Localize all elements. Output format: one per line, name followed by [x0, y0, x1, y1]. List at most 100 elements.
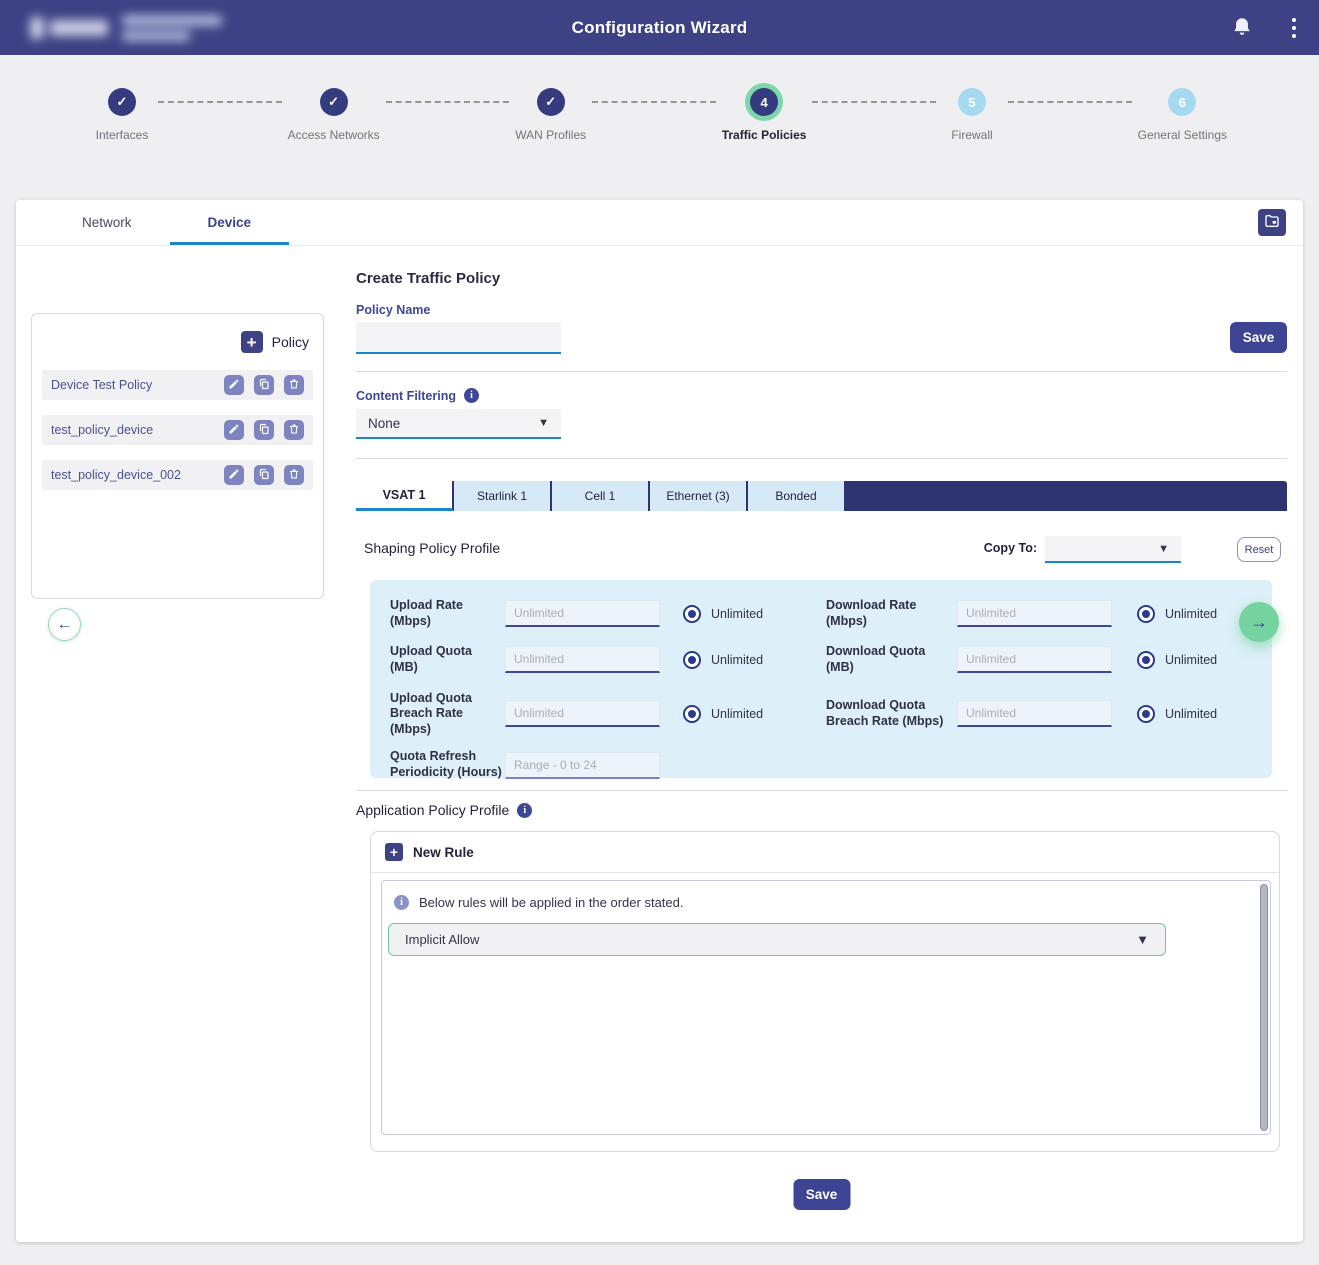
duplicate-policy-button[interactable] — [254, 465, 274, 485]
check-icon: ✓ — [108, 88, 136, 116]
policy-row[interactable]: test_policy_device — [42, 415, 313, 445]
top-app-bar: Configuration Wizard — [0, 0, 1319, 55]
info-icon[interactable]: i — [464, 388, 479, 403]
scrollbar-thumb[interactable] — [1260, 884, 1268, 1131]
chevron-down-icon: ▼ — [1158, 543, 1169, 555]
tab-starlink-1[interactable]: Starlink 1 — [454, 481, 552, 511]
shaping-row: Quota Refresh Periodicity (Hours) — [390, 749, 1272, 780]
step-connector — [592, 101, 716, 103]
upload-quota-unlimited: Unlimited — [683, 651, 826, 669]
save-button[interactable]: Save — [793, 1179, 850, 1210]
reset-button[interactable]: Reset — [1237, 537, 1281, 562]
plus-icon: + — [241, 331, 263, 353]
step-connector — [812, 101, 936, 103]
right-arrow-icon: → — [1250, 612, 1268, 633]
shaping-row: Upload Quota Breach Rate (Mbps) Unlimite… — [390, 691, 1272, 738]
tab-network[interactable]: Network — [44, 200, 170, 245]
pencil-icon — [228, 423, 240, 438]
copy-icon — [258, 378, 270, 393]
upload-rate-input[interactable] — [505, 600, 660, 627]
download-quota-input[interactable] — [957, 646, 1112, 673]
edit-policy-button[interactable] — [224, 420, 244, 440]
download-quota-breach-rate-input[interactable] — [957, 700, 1112, 727]
delete-policy-button[interactable] — [284, 465, 304, 485]
step-access-networks[interactable]: ✓ Access Networks — [288, 88, 380, 142]
edit-policy-button[interactable] — [224, 375, 244, 395]
step-wan-profiles[interactable]: ✓ WAN Profiles — [515, 88, 586, 142]
pencil-icon — [228, 468, 240, 483]
create-policy-form: Create Traffic Policy Policy Name Save C… — [356, 200, 1287, 1242]
step-traffic-policies[interactable]: 4 Traffic Policies — [722, 88, 807, 142]
step-connector — [158, 101, 282, 103]
content-filtering-label: Content Filtering — [356, 389, 456, 403]
edit-policy-button[interactable] — [224, 465, 244, 485]
notifications-bell-icon[interactable] — [1231, 16, 1253, 38]
copy-icon — [258, 468, 270, 483]
rule-implicit-allow[interactable]: Implicit Allow ▼ — [388, 923, 1166, 956]
step-number: 5 — [958, 88, 986, 116]
policy-list-panel: + Policy Device Test Policy test_policy_… — [31, 313, 324, 599]
upload-breach-unlimited: Unlimited — [683, 705, 826, 723]
radio-selected-icon[interactable] — [683, 605, 701, 623]
download-quota-unlimited: Unlimited — [1137, 651, 1217, 669]
tab-cell-1[interactable]: Cell 1 — [552, 481, 650, 511]
trash-icon — [288, 378, 300, 393]
info-icon: i — [394, 895, 409, 910]
policy-row[interactable]: Device Test Policy — [42, 370, 313, 400]
chevron-down-icon: ▼ — [538, 417, 549, 429]
tab-bonded[interactable]: Bonded — [748, 481, 846, 511]
download-rate-input[interactable] — [957, 600, 1112, 627]
add-policy-button[interactable]: + Policy — [241, 331, 309, 353]
step-connector — [386, 101, 510, 103]
quota-refresh-periodicity-input[interactable] — [505, 752, 660, 779]
wizard-stepper: ✓ Interfaces ✓ Access Networks ✓ WAN Pro… — [0, 88, 1319, 142]
policy-name-label: Policy Name — [356, 303, 430, 317]
check-icon: ✓ — [320, 88, 348, 116]
overflow-menu-icon[interactable] — [1286, 15, 1302, 41]
copy-to-label: Copy To: — [984, 541, 1037, 555]
duplicate-policy-button[interactable] — [254, 420, 274, 440]
tab-ethernet-3[interactable]: Ethernet (3) — [650, 481, 748, 511]
new-rule-button[interactable]: + New Rule — [371, 832, 1279, 873]
content-filtering-row: Content Filtering i — [356, 388, 479, 403]
step-firewall[interactable]: 5 Firewall — [942, 88, 1002, 142]
next-interface-button[interactable]: → — [1239, 602, 1279, 642]
upload-quota-breach-rate-input[interactable] — [505, 700, 660, 727]
upload-quota-input[interactable] — [505, 646, 660, 673]
duplicate-policy-button[interactable] — [254, 375, 274, 395]
application-rules-card: + New Rule i Below rules will be applied… — [370, 831, 1280, 1152]
save-policy-button[interactable]: Save — [1230, 322, 1287, 353]
step-number: 4 — [750, 88, 778, 116]
tab-device[interactable]: Device — [170, 200, 290, 245]
rules-info-row: i Below rules will be applied in the ord… — [382, 881, 1270, 910]
policy-row[interactable]: test_policy_device_002 — [42, 460, 313, 490]
divider — [356, 371, 1287, 372]
form-title: Create Traffic Policy — [356, 270, 500, 287]
content-filtering-select[interactable]: None ▼ — [356, 409, 561, 439]
chevron-down-icon: ▼ — [1136, 932, 1149, 947]
radio-selected-icon[interactable] — [683, 705, 701, 723]
upload-rate-unlimited: Unlimited — [683, 605, 826, 623]
shaping-policy-panel: Upload Rate (Mbps) Unlimited Download Ra… — [370, 580, 1272, 778]
shaping-row: Upload Quota (MB) Unlimited Download Quo… — [390, 644, 1272, 675]
radio-selected-icon[interactable] — [683, 651, 701, 669]
step-general-settings[interactable]: 6 General Settings — [1138, 88, 1227, 142]
copy-to-select[interactable]: ▼ — [1045, 536, 1181, 563]
trash-icon — [288, 468, 300, 483]
delete-policy-button[interactable] — [284, 375, 304, 395]
radio-selected-icon[interactable] — [1137, 705, 1155, 723]
radio-selected-icon[interactable] — [1137, 605, 1155, 623]
policy-name-input[interactable] — [356, 322, 561, 354]
traffic-policies-card: Network Device + Policy Device Test Poli… — [16, 200, 1303, 1242]
tab-vsat-1[interactable]: VSAT 1 — [356, 481, 454, 511]
radio-selected-icon[interactable] — [1137, 651, 1155, 669]
active-step-ring: 4 — [745, 83, 783, 121]
row-actions — [224, 465, 304, 485]
back-button[interactable]: ← — [48, 608, 81, 641]
step-interfaces[interactable]: ✓ Interfaces — [92, 88, 152, 142]
delete-policy-button[interactable] — [284, 420, 304, 440]
download-breach-unlimited: Unlimited — [1137, 705, 1217, 723]
step-connector — [1008, 101, 1132, 103]
info-icon[interactable]: i — [517, 803, 532, 818]
check-icon: ✓ — [537, 88, 565, 116]
